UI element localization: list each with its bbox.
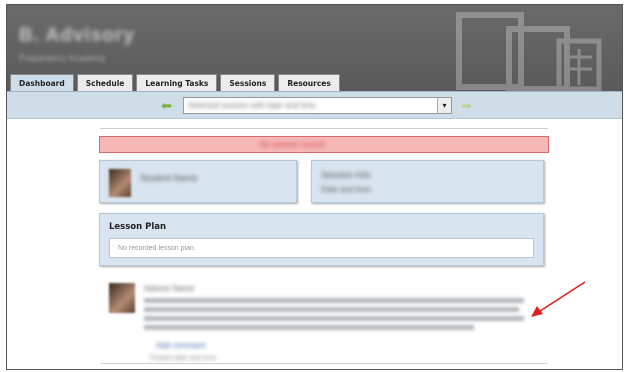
- add-comment-link[interactable]: Add comment: [156, 341, 205, 350]
- note-meta: Posted date and time: [150, 355, 217, 362]
- session-nav-bar: ⬅ Selected session with date and time ▾ …: [7, 91, 622, 119]
- session-info-line2: Date and time: [321, 185, 371, 194]
- chevron-down-icon[interactable]: ▾: [437, 98, 451, 113]
- lesson-plan-empty-text: No recorded lesson plan.: [118, 245, 196, 252]
- divider: [100, 363, 548, 364]
- lesson-plan-title: Lesson Plan: [109, 222, 167, 232]
- alert-banner: No session record: [99, 136, 549, 153]
- student-card[interactable]: Student Name: [99, 160, 297, 203]
- annotation-arrow-icon: [531, 281, 586, 317]
- tab-learning-tasks[interactable]: Learning Tasks: [136, 74, 218, 91]
- session-select-value: Selected session with date and time: [188, 101, 316, 110]
- note-author: Advisor Name: [144, 284, 195, 293]
- tab-sessions[interactable]: Sessions: [220, 74, 276, 91]
- app-window: B. Advisory Preparatory Academy Dashboar…: [6, 4, 623, 370]
- header-decoration-icon: [456, 12, 602, 91]
- student-name: Student Name: [140, 173, 198, 183]
- session-select[interactable]: Selected session with date and time ▾: [183, 97, 452, 114]
- session-info-line1: Session Info: [321, 170, 371, 180]
- brand-subtitle: Preparatory Academy: [19, 53, 106, 63]
- tab-dashboard[interactable]: Dashboard: [10, 74, 74, 91]
- avatar: [109, 169, 131, 197]
- tab-resources[interactable]: Resources: [278, 74, 340, 91]
- main-tabs: Dashboard Schedule Learning Tasks Sessio…: [10, 74, 340, 91]
- advisor-note: Advisor Name Add comment Posted date and…: [100, 275, 548, 365]
- avatar: [109, 283, 135, 313]
- lesson-plan-panel: Lesson Plan No recorded lesson plan.: [99, 213, 544, 266]
- header-banner: B. Advisory Preparatory Academy Dashboar…: [7, 5, 622, 91]
- arrow-right-icon[interactable]: ➡: [461, 98, 472, 114]
- alert-text: No session record: [260, 140, 325, 149]
- brand-title: B. Advisory: [19, 25, 135, 46]
- divider: [100, 128, 548, 129]
- session-info-card: Session Info Date and time: [311, 160, 544, 203]
- tab-schedule[interactable]: Schedule: [76, 74, 134, 91]
- arrow-left-icon[interactable]: ⬅: [161, 98, 172, 114]
- lesson-plan-content: No recorded lesson plan.: [109, 238, 534, 258]
